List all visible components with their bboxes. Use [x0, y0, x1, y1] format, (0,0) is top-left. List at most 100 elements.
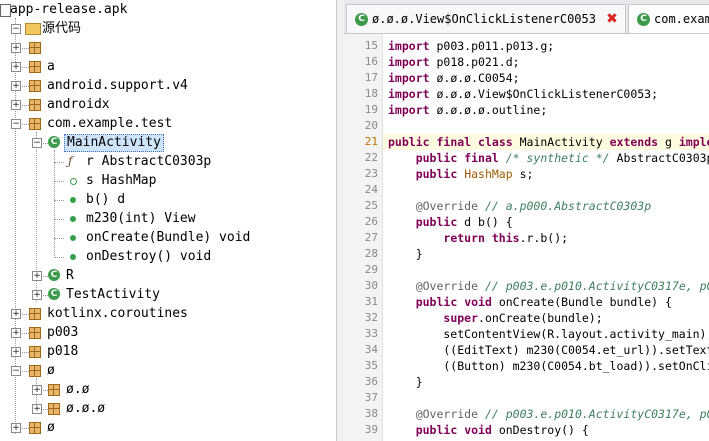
method-icon [70, 254, 76, 260]
tree-node-label: s HashMap [86, 173, 157, 188]
code-line[interactable]: } [388, 374, 423, 390]
tree-member-field[interactable]: s HashMap [0, 171, 336, 190]
line-number: 16 [364, 55, 378, 68]
tree-package-item[interactable]: + a [0, 57, 336, 76]
tree-node-label: ø.ø.ø [66, 401, 106, 416]
collapse-icon[interactable]: − [11, 366, 21, 376]
code-line[interactable]: public HashMap s; [388, 166, 534, 182]
package-icon [48, 384, 60, 396]
code-line[interactable]: @Override // p003.e.p010.ActivityC0317e,… [388, 406, 709, 422]
code-line[interactable]: setContentView(R.layout.activity_main); [388, 326, 709, 342]
expand-icon[interactable]: + [11, 43, 21, 53]
collapse-icon[interactable]: − [11, 119, 21, 129]
package-icon [29, 99, 41, 111]
tab-com-example[interactable]: Ccom.exam [628, 4, 709, 33]
code-line[interactable]: ((EditText) m230(C0054.et_url)).setText( [388, 342, 709, 358]
code-line[interactable]: return this.r.b(); [388, 230, 568, 246]
code-line[interactable]: ((Button) m230(C0054.bt_load)).setOnClic… [388, 358, 709, 374]
code-line[interactable]: } [388, 246, 423, 262]
line-number: 38 [364, 407, 378, 420]
tree-node-label: onDestroy() void [86, 249, 212, 264]
code-line[interactable]: import p018.p021.d; [388, 54, 520, 70]
tree-member-method[interactable]: b() d [0, 190, 336, 209]
collapse-icon[interactable]: − [32, 138, 42, 148]
line-number: 17 [364, 71, 378, 84]
tree-node-label: ø [47, 420, 55, 435]
line-number: 31 [364, 295, 378, 308]
tree-package-item[interactable]: + kotlinx.coroutines [0, 304, 336, 323]
package-icon [29, 365, 41, 377]
code-line[interactable]: public void onCreate(Bundle bundle) { [388, 294, 672, 310]
code-line[interactable]: public d b() { [388, 214, 513, 230]
line-number: 26 [364, 215, 378, 228]
tree-package-item[interactable]: + p003 [0, 323, 336, 342]
method-icon [70, 216, 76, 222]
code-line[interactable]: @Override // p003.e.p010.ActivityC0317e,… [388, 278, 709, 294]
tree-class-item[interactable]: + C TestActivity [0, 285, 336, 304]
expand-icon[interactable]: + [11, 100, 21, 110]
class-icon: C [48, 136, 60, 148]
code-line[interactable]: import p003.p011.p013.g; [388, 38, 554, 54]
tree-package-item[interactable]: + ø.ø [0, 380, 336, 399]
expand-icon[interactable]: + [11, 423, 21, 433]
line-number: 36 [364, 375, 378, 388]
tree-class-mainactivity[interactable]: − C MainActivity [0, 133, 336, 152]
tree-member-method[interactable]: onCreate(Bundle) void [0, 228, 336, 247]
tree-package-item[interactable]: − com.example.test [0, 114, 336, 133]
package-icon [29, 422, 41, 434]
editor-tab-bar: Cø.ø.ø.View$OnClickListenerC0053 ✖ Ccom.… [344, 0, 709, 34]
package-icon [29, 42, 41, 54]
tree-member-field[interactable]: ƒ r AbstractC0303p [0, 152, 336, 171]
tree-package-item[interactable]: + androidx [0, 95, 336, 114]
tree-package-item[interactable]: − ø [0, 361, 336, 380]
tree-package-item[interactable]: + [0, 38, 336, 57]
line-number: 30 [364, 279, 378, 292]
code-line[interactable]: public final class MainActivity extends … [388, 134, 709, 150]
method-icon [70, 235, 76, 241]
method-icon [70, 197, 76, 203]
code-line[interactable]: import ø.ø.ø.View$OnClickListenerC0053; [388, 86, 658, 102]
tree-package-item[interactable]: + ø.ø.ø [0, 399, 336, 418]
tree-package-item[interactable]: + ø [0, 418, 336, 437]
code-line[interactable]: import ø.ø.ø.ø.outline; [388, 102, 547, 118]
tree-root[interactable]: app-release.apk [0, 0, 336, 19]
class-icon: C [637, 13, 650, 26]
expand-icon[interactable]: + [11, 309, 21, 319]
folder-open-icon [25, 23, 41, 35]
tree-member-method[interactable]: m230(int) View [0, 209, 336, 228]
expand-icon[interactable]: + [11, 347, 21, 357]
field-icon [70, 178, 77, 185]
tree-node-label: android.support.v4 [47, 78, 188, 93]
tab-view-onclicklistener[interactable]: Cø.ø.ø.View$OnClickListenerC0053 ✖ [346, 4, 626, 33]
class-icon: C [48, 288, 60, 300]
expand-icon[interactable]: + [11, 62, 21, 72]
line-number: 33 [364, 327, 378, 340]
project-tree[interactable]: app-release.apk − 源代码 + + a + android.su… [0, 0, 336, 441]
code-line[interactable]: public final /* synthetic */ AbstractC03… [388, 150, 709, 166]
expand-icon[interactable]: + [32, 385, 42, 395]
close-tab-icon[interactable]: ✖ [605, 12, 619, 26]
line-number: 37 [364, 391, 378, 404]
tree-member-method[interactable]: onDestroy() void [0, 247, 336, 266]
expand-icon[interactable]: + [11, 328, 21, 338]
code-line[interactable]: import ø.ø.ø.C0054; [388, 70, 520, 86]
code-line[interactable]: super.onCreate(bundle); [388, 310, 602, 326]
tree-package-item[interactable]: + p018 [0, 342, 336, 361]
code-line[interactable]: @Override // a.p000.AbstractC0303p [388, 198, 651, 214]
code-editor[interactable]: 15 16 17 18 19 20 21 22 23 24 25 26 27 28 29 30 31 32 33 34… [344, 34, 709, 441]
package-icon [29, 61, 41, 73]
expand-icon[interactable]: + [32, 290, 42, 300]
collapse-icon[interactable]: − [11, 24, 21, 34]
tree-package-item[interactable]: + android.support.v4 [0, 76, 336, 95]
tree-class-item[interactable]: + C R [0, 266, 336, 285]
code-line[interactable]: public void onDestroy() { [388, 422, 589, 438]
tree-node-label: a [47, 59, 55, 74]
line-number: 39 [364, 423, 378, 436]
tree-node-label: 源代码 [42, 21, 82, 36]
tree-node-source[interactable]: − 源代码 [0, 19, 336, 38]
expand-icon[interactable]: + [32, 271, 42, 281]
expand-icon[interactable]: + [32, 404, 42, 414]
expand-icon[interactable]: + [11, 81, 21, 91]
class-icon: C [355, 13, 368, 26]
tree-node-label: com.example.test [47, 116, 173, 131]
